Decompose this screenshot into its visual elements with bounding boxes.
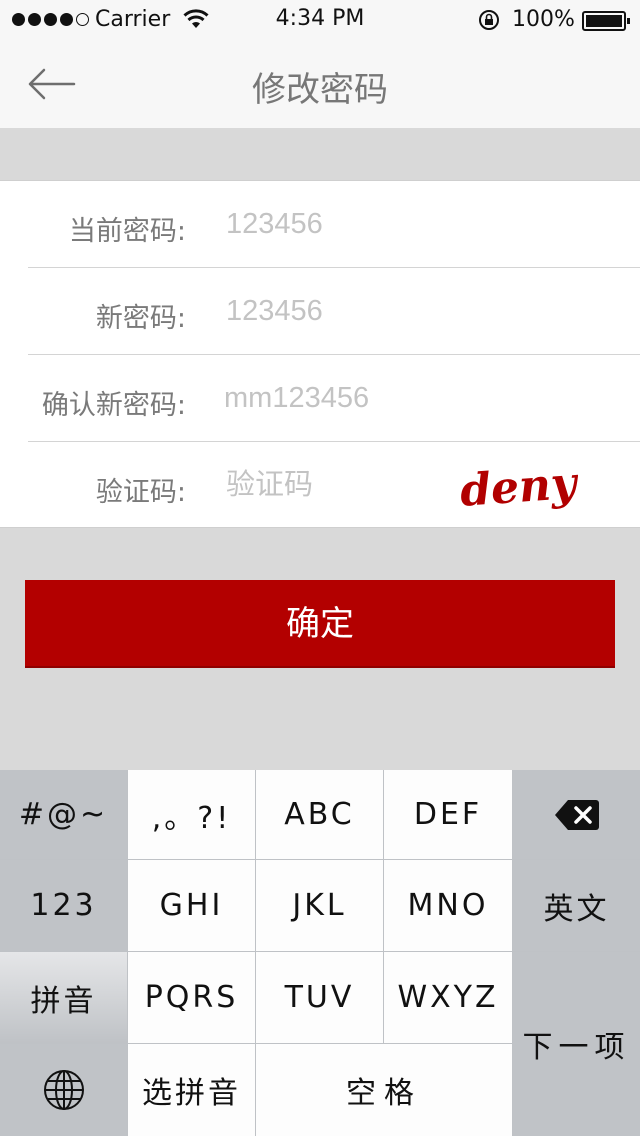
english-key[interactable]: 英文 xyxy=(513,860,640,951)
battery-percent: 100% xyxy=(512,7,575,32)
globe-icon xyxy=(43,1070,84,1110)
pqrs-key[interactable]: PQRS xyxy=(128,952,255,1043)
globe-key[interactable] xyxy=(0,1044,127,1136)
mno-key[interactable]: MNO xyxy=(384,860,512,951)
confirm-password-label: 确认新密码: xyxy=(41,390,186,421)
abc-key[interactable]: ABC xyxy=(256,770,383,859)
numbers-key[interactable]: 123 xyxy=(0,860,127,951)
status-bar: Carrier 4:34 PM 100% xyxy=(0,0,640,40)
new-password-input[interactable] xyxy=(226,288,596,334)
wxyz-key[interactable]: WXYZ xyxy=(384,952,512,1043)
captcha-label: 验证码: xyxy=(95,477,186,508)
def-key[interactable]: DEF xyxy=(384,770,512,859)
jkl-key[interactable]: JKL xyxy=(256,860,383,951)
backspace-icon xyxy=(554,799,599,830)
confirm-password-input[interactable] xyxy=(224,375,594,421)
next-field-key[interactable]: 下一项 xyxy=(513,952,640,1136)
captcha-image[interactable]: deny xyxy=(456,456,578,518)
backspace-key[interactable] xyxy=(513,770,640,859)
tuv-key[interactable]: TUV xyxy=(256,952,383,1043)
current-password-row: 当前密码: xyxy=(0,181,640,268)
pinyin-keyboard: #@~ ,。?! ABC DEF 123 GHI JKL MNO 英文 拼音 P… xyxy=(0,770,640,1136)
confirm-password-row: 确认新密码: xyxy=(0,355,640,442)
navigation-bar: 修改密码 xyxy=(0,40,640,128)
confirm-button[interactable]: 确定 xyxy=(25,580,615,668)
space-key[interactable]: 空格 xyxy=(256,1044,512,1136)
new-password-label: 新密码: xyxy=(95,303,186,334)
select-pinyin-key[interactable]: 选拼音 xyxy=(128,1044,255,1136)
pinyin-key[interactable]: 拼音 xyxy=(0,952,127,1043)
svg-text:deny: deny xyxy=(458,458,578,517)
captcha-input[interactable] xyxy=(226,462,436,508)
captcha-row: 验证码: deny xyxy=(0,442,640,529)
punctuation-key[interactable]: ,。?! xyxy=(128,770,255,859)
ghi-key[interactable]: GHI xyxy=(128,860,255,951)
current-password-input[interactable] xyxy=(226,201,596,247)
page-title: 修改密码 xyxy=(252,70,388,110)
orientation-lock-icon xyxy=(479,10,499,30)
battery-icon xyxy=(582,11,630,31)
symbols-key[interactable]: #@~ xyxy=(0,770,127,859)
password-form: 当前密码: 新密码: 确认新密码: 验证码: deny xyxy=(0,180,640,528)
current-password-label: 当前密码: xyxy=(68,216,186,247)
new-password-row: 新密码: xyxy=(0,268,640,355)
